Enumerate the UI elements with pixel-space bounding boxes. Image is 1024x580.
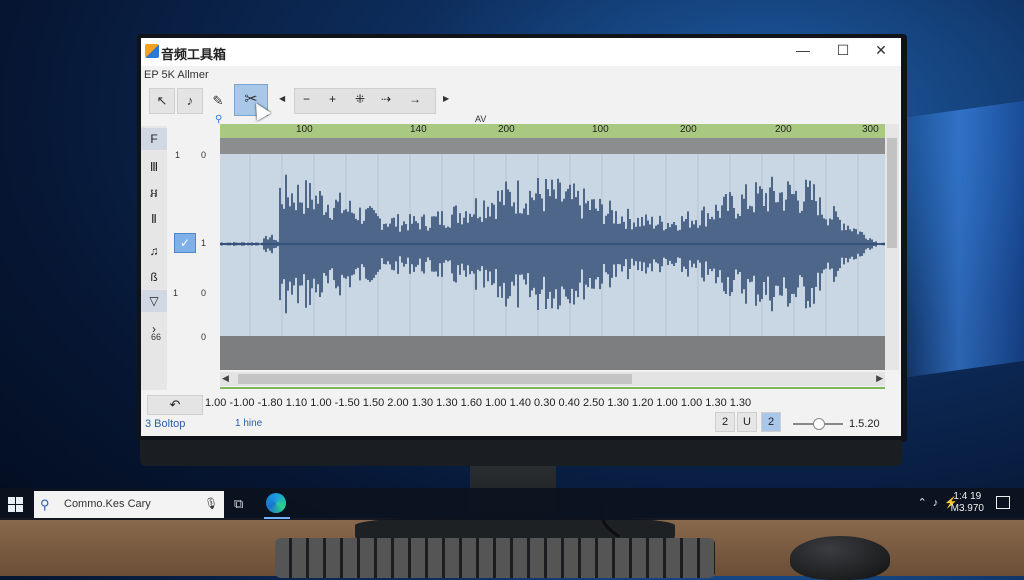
level-marker-right-3: 0 — [201, 288, 207, 298]
taskbar: ⚲ Commo.Kes Cary 🎙 ⧉ ⌃♪⚡ 1:4 19 M3.970 — [0, 488, 1024, 520]
status-left[interactable]: 3 Boltop — [145, 418, 185, 430]
zoom-slider-knob[interactable] — [813, 418, 825, 430]
undo-button[interactable]: ↶ — [147, 395, 203, 415]
app-logo-icon — [145, 44, 159, 58]
level-marker-right-1: 0 — [201, 150, 207, 160]
background-light-beam — [894, 100, 1024, 380]
sidebar-item-6[interactable]: ß — [141, 266, 167, 288]
taskbar-search-box[interactable]: ⚲ Commo.Kes Cary 🎙 — [34, 491, 224, 518]
waveform — [220, 154, 885, 336]
microphone-icon[interactable]: 🎙 — [204, 497, 218, 510]
windows-start-icon[interactable] — [8, 497, 23, 512]
vertical-scrollbar[interactable] — [885, 124, 899, 370]
taskbar-clock[interactable]: 1:4 19 M3.970 — [951, 491, 984, 515]
ruler-tick: 100 — [592, 124, 609, 135]
sidebar-item-3[interactable]: អ — [141, 182, 167, 204]
edit-button-group: − + ⁜ ⇢ → — [294, 88, 436, 114]
level-marker-left-1: 1 — [175, 150, 181, 160]
waveform-area[interactable] — [220, 154, 885, 336]
secondary-track-strip[interactable] — [220, 336, 885, 370]
horizontal-scrollbar[interactable]: ◀ ▶ — [220, 372, 885, 386]
bottom-button-3[interactable]: 2 — [761, 412, 781, 432]
level-marker-left-3: 1 — [173, 288, 179, 298]
sidebar-item-5[interactable]: ♫ — [141, 240, 167, 262]
track-sidebar: F Ⅲ អ Ⅱ ♫ ß ▽ › — [141, 126, 167, 390]
marker-label: AV — [475, 114, 487, 124]
notification-icon[interactable] — [996, 496, 1010, 509]
app-title: 音频工具箱 — [161, 47, 227, 62]
audio-editor-window: 音频工具箱 — ☐ ✕ EP 5K Allmer ↖ ♪ ✎ ✂ ◀ − + ⁜… — [141, 38, 901, 436]
search-icon: ⚲ — [40, 497, 50, 512]
timeline-ruler[interactable]: 100 140 200 100 200 200 300 — [220, 124, 885, 138]
ruler-tick: 200 — [498, 124, 515, 135]
horizontal-scroll-thumb[interactable] — [238, 374, 632, 384]
audio-tool-button[interactable]: ♪ — [177, 88, 203, 114]
title-bar: 音频工具箱 — ☐ ✕ — [141, 38, 901, 66]
ruler-tick: 100 — [296, 124, 313, 135]
timeline-divider — [220, 387, 885, 389]
maximize-button[interactable]: ☐ — [833, 42, 853, 59]
vertical-scroll-thumb[interactable] — [887, 138, 897, 248]
task-view-icon[interactable]: ⧉ — [234, 496, 243, 512]
taskbar-search-text: Commo.Kes Cary — [64, 498, 151, 510]
trim-button[interactable]: − — [303, 92, 310, 106]
toolbar-right-arrow[interactable]: ▶ — [443, 94, 449, 103]
split-button[interactable]: ⁜ — [355, 92, 365, 106]
clock-time: 1:4 19 — [953, 491, 982, 502]
level-marker-left-4: 66 — [151, 332, 162, 342]
ruler-tick: 200 — [680, 124, 697, 135]
zoom-level: 1.5.20 — [849, 418, 880, 430]
sidebar-item-2[interactable]: Ⅲ — [141, 156, 167, 178]
active-app-indicator — [264, 517, 290, 519]
level-marker-right-4: 0 — [201, 332, 207, 342]
status-mid[interactable]: 1 hine — [235, 418, 262, 429]
ruler-tick: 300 — [862, 124, 879, 135]
timecode-row: 1.00 -1.00 -1.80 1.10 1.00 -1.50 1.50 2.… — [205, 397, 752, 409]
add-button[interactable]: + — [329, 92, 336, 106]
overview-strip[interactable] — [220, 138, 885, 154]
move-button[interactable]: → — [409, 92, 421, 106]
bottom-button-1[interactable]: 2 — [715, 412, 735, 432]
bottom-button-2[interactable]: U — [737, 412, 757, 432]
menu-bar[interactable]: EP 5K Allmer — [144, 69, 209, 81]
keyboard — [275, 538, 715, 578]
mouse — [790, 536, 890, 580]
ruler-tick: 140 — [410, 124, 427, 135]
sidebar-item-7[interactable]: ▽ — [141, 290, 167, 312]
scroll-left-icon[interactable]: ◀ — [222, 373, 229, 384]
minimize-button[interactable]: — — [793, 42, 813, 58]
level-marker-right-2: 1 — [201, 238, 207, 248]
select-tool-button[interactable]: ↖ — [149, 88, 175, 114]
draw-tool-button[interactable]: ✎ — [205, 88, 231, 114]
close-button[interactable]: ✕ — [871, 42, 891, 59]
scroll-right-icon[interactable]: ▶ — [876, 373, 883, 384]
monitor-chin — [140, 440, 902, 466]
sidebar-item-4[interactable]: Ⅱ — [141, 208, 167, 230]
ruler-tick: 200 — [775, 124, 792, 135]
sidebar-item-f[interactable]: F — [141, 128, 167, 150]
fade-button[interactable]: ⇢ — [381, 92, 391, 106]
clock-date: M3.970 — [950, 503, 984, 514]
edge-browser-icon[interactable] — [266, 493, 286, 513]
toolbar-left-arrow[interactable]: ◀ — [279, 94, 285, 103]
track-enabled-checkbox[interactable]: ✓ — [174, 233, 196, 253]
